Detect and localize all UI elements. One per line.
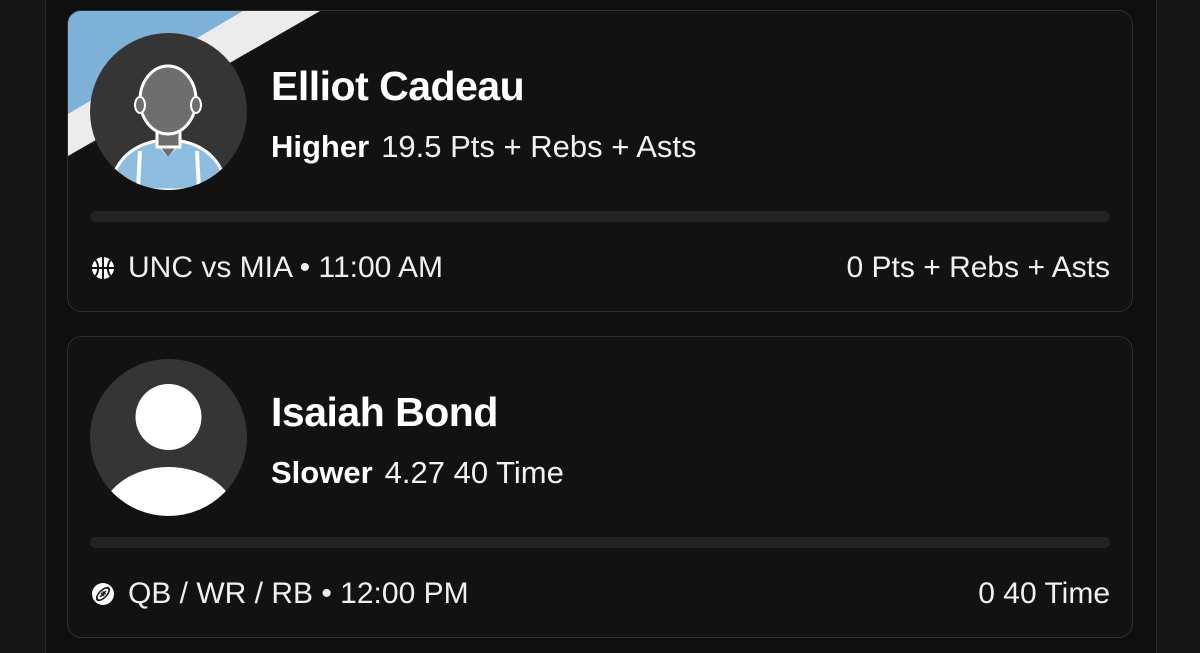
game-info: UNC vs MIA • 11:00 AM — [90, 251, 443, 285]
basketball-icon — [92, 257, 114, 279]
player-avatar — [90, 359, 247, 516]
game-info-text: QB / WR / RB • 12:00 PM — [128, 577, 469, 610]
pick-projection: 4.27 40 Time — [384, 455, 564, 490]
pick-line: Slower 4.27 40 Time — [271, 455, 564, 491]
player-name: Isaiah Bond — [271, 389, 498, 435]
player-avatar — [90, 33, 247, 190]
pick-projection: 19.5 Pts + Rebs + Asts — [381, 129, 697, 164]
progress-bar — [90, 211, 1110, 222]
player-name: Elliot Cadeau — [271, 63, 525, 109]
pick-card[interactable]: Isaiah Bond Slower 4.27 40 Time QB / WR /… — [67, 336, 1133, 638]
pick-direction: Higher — [271, 129, 370, 164]
default-user-icon — [100, 384, 237, 516]
game-info-text: UNC vs MIA • 11:00 AM — [128, 251, 444, 284]
game-info: QB / WR / RB • 12:00 PM — [90, 577, 469, 611]
pick-line: Higher 19.5 Pts + Rebs + Asts — [271, 129, 697, 165]
pick-card[interactable]: Elliot Cadeau Higher 19.5 Pts + Rebs + As… — [67, 10, 1133, 312]
progress-bar — [90, 537, 1110, 548]
current-stat: 0 40 Time — [978, 577, 1110, 610]
player-silhouette-icon — [108, 64, 229, 190]
pick-direction: Slower — [271, 455, 373, 490]
football-icon — [92, 583, 114, 605]
current-stat: 0 Pts + Rebs + Asts — [846, 251, 1110, 284]
